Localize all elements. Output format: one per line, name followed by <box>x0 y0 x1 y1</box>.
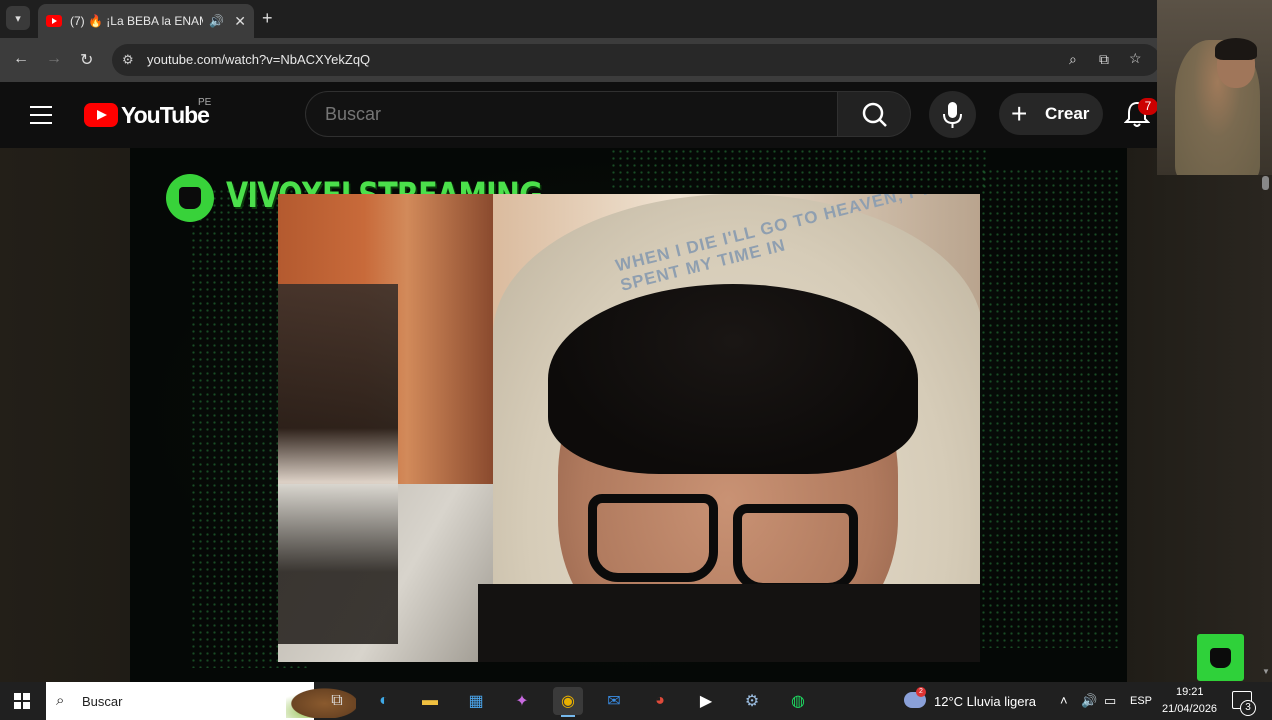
ambient-left <box>0 148 130 682</box>
tray-chevron-up-icon[interactable]: ˄ <box>1060 693 1068 708</box>
outlook-icon[interactable]: ✉ <box>599 687 629 715</box>
webcam-hair <box>1215 38 1257 60</box>
store-icon[interactable]: ▦ <box>461 687 491 715</box>
seated-audience <box>278 284 398 644</box>
scrollbar-thumb[interactable] <box>1262 176 1269 190</box>
tab-search-button[interactable]: ▾ <box>6 6 30 30</box>
webcam-overlay <box>1157 0 1272 175</box>
create-button[interactable]: + Crear <box>999 93 1103 135</box>
search-box[interactable] <box>305 91 837 137</box>
url-text[interactable]: youtube.com/watch?v=NbACXYekZqQ <box>147 52 370 67</box>
site-info-icon[interactable]: ⚙ <box>122 52 134 68</box>
create-label: Crear <box>1045 104 1090 123</box>
zoom-icon[interactable]: ⌕ <box>1069 51 1077 68</box>
voice-search-button[interactable] <box>929 91 976 138</box>
streamer-hair <box>548 284 918 474</box>
taskbar-search-text: Buscar <box>82 694 123 709</box>
menu-icon[interactable] <box>30 106 52 124</box>
watch-page-content: VIVOXELSTREAMING WHEN I DIE I'LL GO TO H… <box>0 148 1272 682</box>
weather-text[interactable]: 12°C Lluvia ligera <box>934 694 1036 709</box>
taskbar-search-box[interactable]: ⌕ Buscar <box>46 682 356 720</box>
tab-title: (7) 🔥 ¡La BEBA la ENAMORÓ <box>70 14 203 28</box>
search-button[interactable] <box>837 91 911 137</box>
copilot-icon[interactable]: ✦ <box>507 687 537 715</box>
notification-count-badge: 3 <box>1240 700 1256 716</box>
channel-logo-icon <box>166 174 214 222</box>
search-icon: ⌕ <box>56 692 65 709</box>
language-indicator[interactable]: ESP <box>1130 695 1152 707</box>
browser-tab-strip: ▾ (7) 🔥 ¡La BEBA la ENAMORÓ 🔊 ✕ + <box>0 0 1272 38</box>
edge-icon[interactable]: ◐ <box>369 687 399 715</box>
address-bar[interactable]: ⚙ youtube.com/watch?v=NbACXYekZqQ <box>112 44 1160 76</box>
bookmark-star-icon[interactable]: ☆ <box>1129 50 1142 67</box>
browser-toolbar: ← → ↻ ⚙ youtube.com/watch?v=NbACXYekZqQ … <box>0 38 1272 82</box>
notification-badge: 7 <box>1138 98 1158 115</box>
youtube-favicon-icon <box>46 15 62 27</box>
glasses-right-lens <box>733 504 858 592</box>
plus-icon: + <box>1011 98 1028 129</box>
clock-date[interactable]: 21/04/2026 <box>1162 703 1217 715</box>
pie-app-icon[interactable]: ◕ <box>645 687 675 715</box>
audio-playing-icon[interactable]: 🔊 <box>209 14 224 28</box>
matrix-dots-right <box>980 168 1120 648</box>
streamer-shirt <box>478 584 980 662</box>
forward-arrow-icon[interactable]: → <box>46 50 62 68</box>
file-explorer-icon[interactable]: ▬ <box>415 687 445 715</box>
microphone-icon <box>943 102 962 128</box>
matrix-dots-top <box>610 148 990 188</box>
video-player[interactable]: VIVOXELSTREAMING WHEN I DIE I'LL GO TO H… <box>130 148 1127 682</box>
youtube-logo-icon[interactable] <box>84 103 118 127</box>
chrome-icon[interactable]: ◉ <box>553 687 583 717</box>
search-icon <box>862 102 887 127</box>
steam-icon[interactable]: ⚙ <box>737 687 767 715</box>
task-view-icon[interactable]: ⧉ <box>322 687 352 715</box>
browser-tab[interactable]: (7) 🔥 ¡La BEBA la ENAMORÓ 🔊 ✕ <box>38 4 254 38</box>
clock-time[interactable]: 19:21 <box>1176 686 1204 698</box>
glasses-left-lens <box>588 494 718 582</box>
ambient-right <box>1127 148 1272 682</box>
install-app-icon[interactable]: ⧉ <box>1099 51 1109 68</box>
close-tab-icon[interactable]: ✕ <box>234 13 246 30</box>
windows-start-icon[interactable] <box>14 693 30 709</box>
spotify-icon[interactable]: ◍ <box>783 687 813 715</box>
youtube-logo-text[interactable]: YouTube <box>121 102 210 129</box>
region-code: PE <box>198 97 212 108</box>
floating-channel-icon[interactable] <box>1197 634 1244 681</box>
scroll-down-arrow-icon[interactable]: ▼ <box>1262 667 1270 676</box>
video-inset-frame: WHEN I DIE I'LL GO TO HEAVEN, I'VE SPENT… <box>278 194 980 662</box>
search-input[interactable] <box>325 104 805 125</box>
volume-icon[interactable]: 🔊 <box>1081 693 1097 709</box>
youtube-header: YouTube PE + Crear 7 <box>0 82 1272 148</box>
new-tab-button[interactable]: + <box>262 8 273 29</box>
reload-icon[interactable]: ↻ <box>80 50 93 70</box>
network-icon[interactable]: ▭ <box>1104 693 1116 709</box>
windows-taskbar: ⌕ Buscar ⧉ ◐ ▬ ▦ ✦ ◉ ✉ ◕ ▶ ⚙ ◍ 2 12°C Ll… <box>0 682 1272 720</box>
back-arrow-icon[interactable]: ← <box>13 50 29 68</box>
media-player-icon[interactable]: ▶ <box>691 687 721 715</box>
weather-badge: 2 <box>916 687 926 697</box>
